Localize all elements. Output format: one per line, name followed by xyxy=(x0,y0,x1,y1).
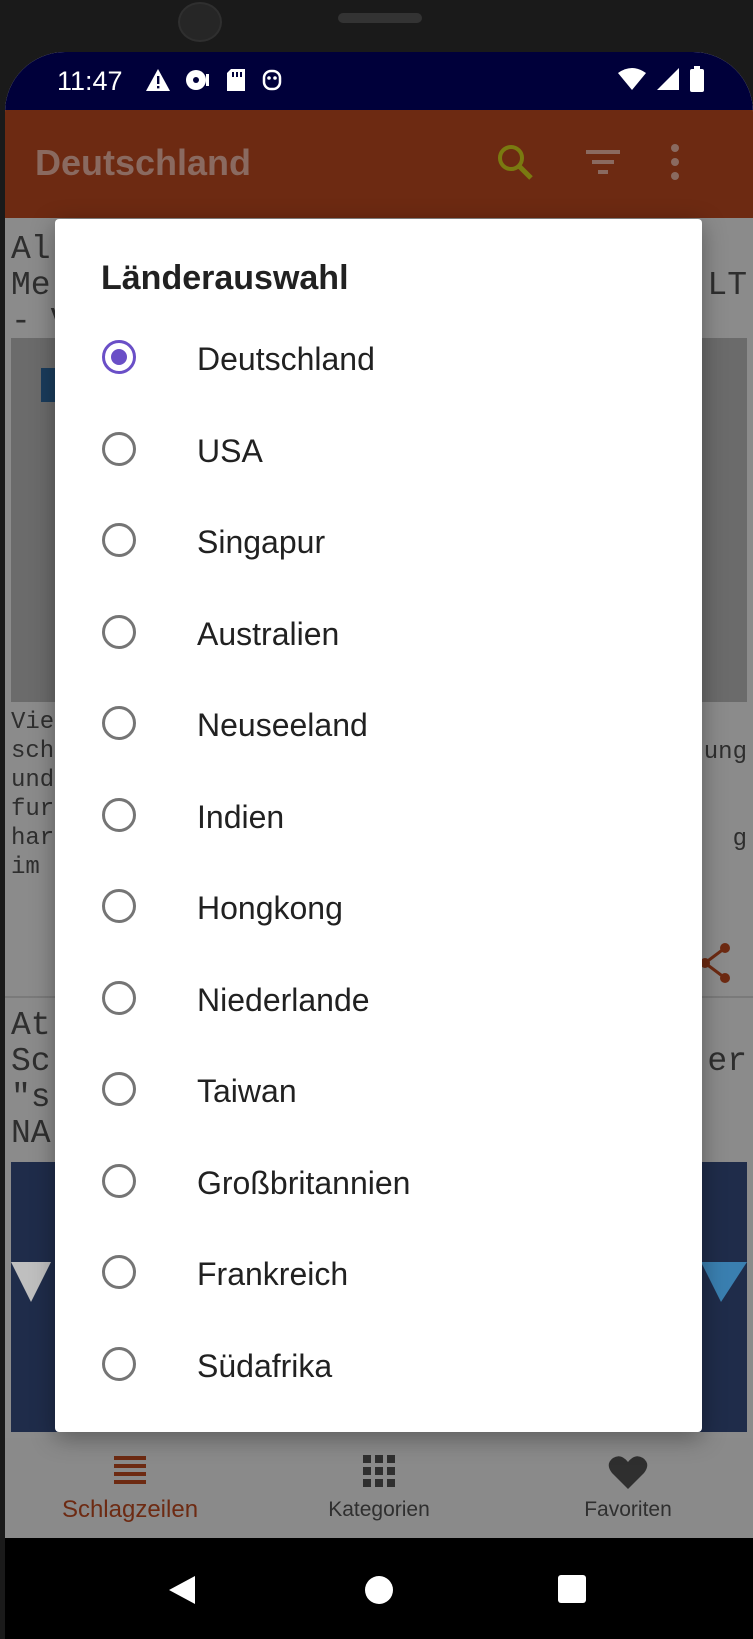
option-deutschland[interactable]: Deutschland xyxy=(55,314,702,406)
share-icon[interactable] xyxy=(697,942,733,984)
radio-unchecked-icon[interactable] xyxy=(102,706,136,740)
status-notification-icons xyxy=(145,68,283,92)
media-icon xyxy=(186,70,209,90)
option-label: Indien xyxy=(197,798,285,835)
nav-label: Favoriten xyxy=(584,1498,672,1521)
radio-unchecked-icon[interactable] xyxy=(102,1346,136,1381)
radio-unchecked-icon[interactable] xyxy=(102,614,136,649)
option-taiwan[interactable]: Taiwan xyxy=(55,1046,702,1138)
option-australien[interactable]: Australien xyxy=(55,589,702,681)
option-label: Großbritannien xyxy=(197,1164,411,1201)
option-label: Deutschland xyxy=(197,341,375,377)
back-icon[interactable] xyxy=(167,1574,197,1606)
option-label: Australien xyxy=(197,615,340,652)
accessibility-icon xyxy=(262,69,282,91)
article-title-fragment: er xyxy=(707,1043,747,1080)
option-grossbritannien[interactable]: Großbritannien xyxy=(55,1138,702,1230)
status-system-icons xyxy=(617,66,705,92)
radio-unchecked-icon[interactable] xyxy=(102,1255,136,1289)
option-usa[interactable]: USA xyxy=(55,406,702,498)
radio-unchecked-icon[interactable] xyxy=(102,1163,136,1198)
article-title-fragment: At Sc "s NA xyxy=(11,1007,51,1152)
earpiece-speaker xyxy=(338,13,422,23)
option-label: Frankreich xyxy=(197,1256,349,1292)
wifi-icon xyxy=(618,68,646,90)
option-label: USA xyxy=(197,432,263,469)
option-label: Neuseeland xyxy=(197,707,368,743)
warning-icon xyxy=(146,69,170,91)
list-icon xyxy=(114,1456,146,1484)
country-options: Deutschland USA Singapur Australien Neus… xyxy=(55,314,702,1412)
nav-label: Schlagzeilen xyxy=(61,1496,199,1523)
option-label: Taiwan xyxy=(197,1073,297,1109)
radio-unchecked-icon[interactable] xyxy=(102,980,136,1015)
recents-icon[interactable] xyxy=(557,1574,587,1604)
option-niederlande[interactable]: Niederlande xyxy=(55,955,702,1047)
radio-unchecked-icon[interactable] xyxy=(102,1072,136,1106)
radio-checked-icon[interactable] xyxy=(102,340,136,374)
option-neuseeland[interactable]: Neuseeland xyxy=(55,680,702,772)
option-singapur[interactable]: Singapur xyxy=(55,497,702,589)
country-selection-dialog: Länderauswahl Deutschland USA Singapur A… xyxy=(55,219,702,1432)
grid-icon xyxy=(363,1455,395,1487)
more-vert-icon[interactable] xyxy=(665,142,685,182)
radio-unchecked-icon[interactable] xyxy=(102,889,136,923)
device-frame: 11:47 Deutschland Al Me - V LT xyxy=(0,0,753,1639)
nav-item-favoriten[interactable]: Favoriten xyxy=(503,1438,753,1538)
radio-unchecked-icon[interactable] xyxy=(102,797,136,832)
app-bar-title: Deutschland xyxy=(35,142,252,183)
nav-item-schlagzeilen[interactable]: Schlagzeilen xyxy=(5,1438,255,1538)
article-title-fragment: LT xyxy=(707,267,747,304)
article-text-fragment: Vie sch und fur har im xyxy=(11,709,55,881)
option-label: Hongkong xyxy=(197,890,343,926)
radio-unchecked-icon[interactable] xyxy=(102,523,136,557)
option-label: Niederlande xyxy=(197,981,370,1018)
bottom-navigation: Schlagzeilen Kategorien Favoriten xyxy=(5,1438,753,1538)
dialog-title: Länderauswahl xyxy=(101,259,349,297)
option-indien[interactable]: Indien xyxy=(55,772,702,864)
option-label: Südafrika xyxy=(197,1347,333,1384)
battery-icon xyxy=(690,66,704,92)
radio-unchecked-icon[interactable] xyxy=(102,431,136,466)
article-text-fragment: ung g xyxy=(703,739,747,853)
option-suedafrika[interactable]: Südafrika xyxy=(55,1321,702,1413)
app-bar: Deutschland xyxy=(5,110,753,218)
sd-card-icon xyxy=(227,69,245,91)
search-icon[interactable] xyxy=(495,142,535,182)
option-hongkong[interactable]: Hongkong xyxy=(55,863,702,955)
nav-label: Kategorien xyxy=(328,1498,430,1521)
home-icon[interactable] xyxy=(363,1574,395,1606)
nav-item-kategorien[interactable]: Kategorien xyxy=(254,1438,504,1538)
option-label: Singapur xyxy=(197,524,326,560)
filter-icon[interactable] xyxy=(583,142,623,182)
status-bar: 11:47 xyxy=(5,52,753,110)
front-camera xyxy=(178,2,222,42)
screen: 11:47 Deutschland Al Me - V LT xyxy=(5,52,753,1639)
system-navigation-bar xyxy=(5,1538,753,1639)
status-time: 11:47 xyxy=(57,66,123,96)
signal-icon xyxy=(657,68,679,90)
option-frankreich[interactable]: Frankreich xyxy=(55,1229,702,1321)
heart-icon xyxy=(608,1456,648,1489)
